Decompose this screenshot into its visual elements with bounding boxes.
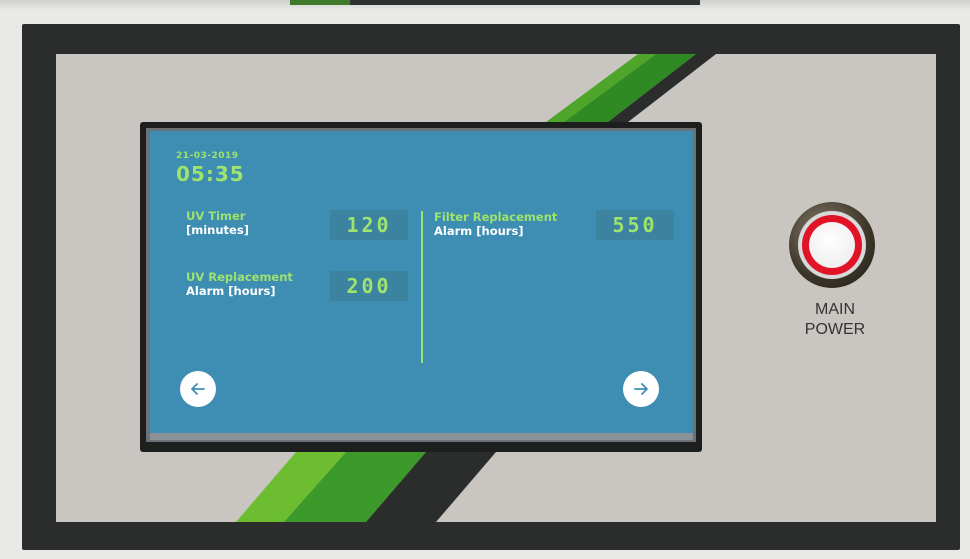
uv-replacement-value[interactable]: 200	[330, 271, 408, 301]
uv-timer-label-line1: UV Timer	[186, 209, 246, 223]
arrow-right-icon	[634, 383, 648, 395]
back-button[interactable]	[180, 371, 216, 407]
main-power-label-line1: MAIN	[815, 301, 855, 318]
uv-replacement-label-line1: UV Replacement	[186, 270, 293, 284]
power-button-cap	[809, 222, 855, 268]
uv-timer-label: UV Timer [minutes]	[186, 209, 249, 237]
main-power-button[interactable]	[789, 202, 875, 288]
uv-timer-label-line2: [minutes]	[186, 223, 249, 237]
filter-replacement-label: Filter Replacement Alarm [hours]	[434, 210, 557, 238]
uv-replacement-label: UV Replacement Alarm [hours]	[186, 270, 293, 298]
touchscreen: 21-03-2019 05:35 UV Timer [minutes] 120 …	[150, 131, 693, 433]
time-display: 05:35	[176, 162, 245, 186]
arrow-left-icon	[191, 383, 205, 395]
uv-replacement-label-line2: Alarm [hours]	[186, 284, 276, 298]
filter-replacement-label-line1: Filter Replacement	[434, 210, 558, 224]
screen-bottom-edge	[150, 433, 693, 440]
top-strip	[0, 0, 970, 10]
filter-replacement-label-line2: Alarm [hours]	[434, 224, 524, 238]
date-display: 21-03-2019	[176, 151, 239, 161]
uv-timer-value[interactable]: 120	[330, 210, 408, 240]
main-power-label: MAIN POWER	[775, 300, 895, 340]
next-button[interactable]	[623, 371, 659, 407]
filter-replacement-value[interactable]: 550	[596, 210, 674, 240]
column-divider	[421, 211, 423, 363]
main-power-label-line2: POWER	[804, 321, 866, 338]
